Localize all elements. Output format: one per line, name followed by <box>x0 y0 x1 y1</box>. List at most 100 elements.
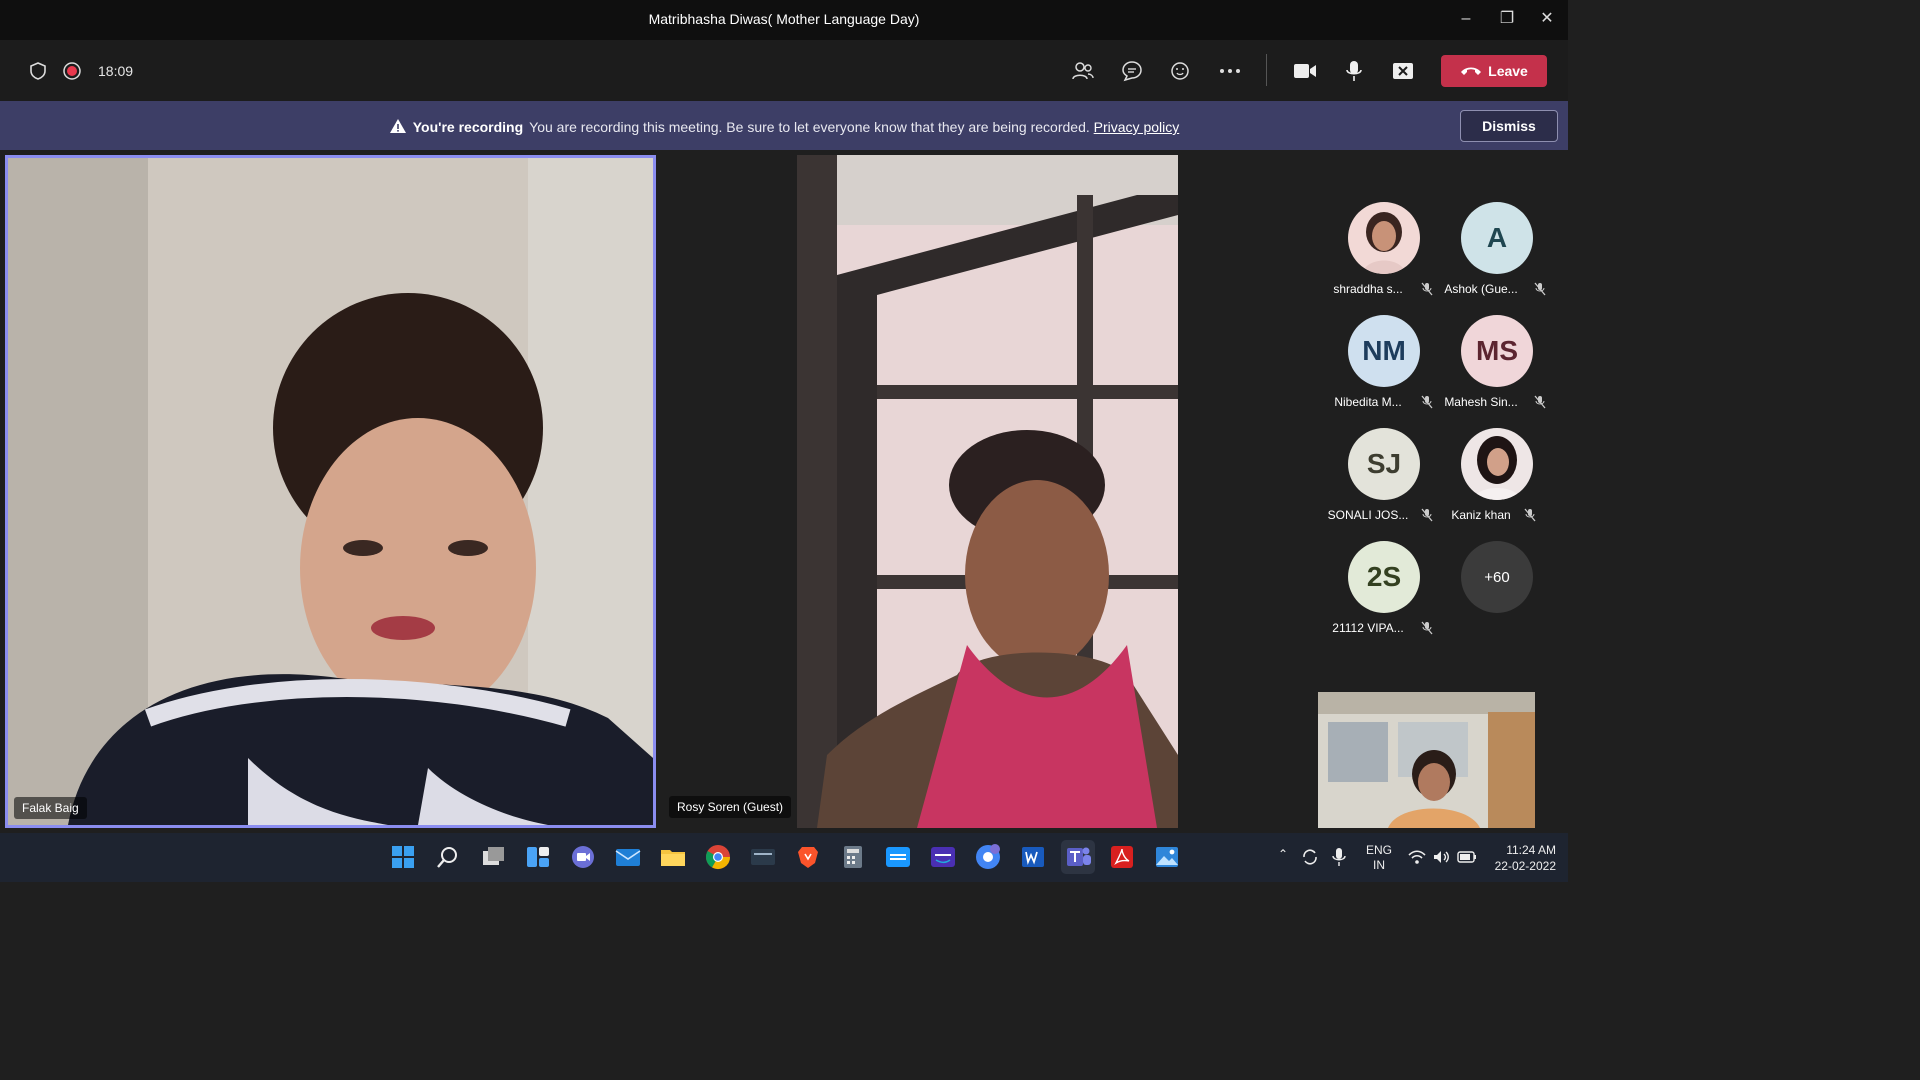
privacy-policy-link[interactable]: Privacy policy <box>1094 119 1180 135</box>
more-icon <box>1220 69 1240 73</box>
leave-button[interactable]: Leave <box>1441 55 1547 87</box>
acrobat-button[interactable] <box>1108 843 1136 871</box>
participant-item[interactable]: NM Nibedita M... <box>1320 313 1433 423</box>
avatar: SJ <box>1348 428 1420 500</box>
video-tile-main[interactable]: Falak Baig <box>5 155 656 828</box>
battery-icon[interactable] <box>1457 850 1477 864</box>
close-icon[interactable]: ✕ <box>1535 8 1559 30</box>
participant-gallery: shraddha s... A Ashok (Gue... NM Nibedit… <box>1320 200 1550 640</box>
people-button[interactable] <box>1068 57 1098 85</box>
mysql-icon <box>751 849 775 865</box>
widgets-icon <box>527 847 549 867</box>
leave-label: Leave <box>1488 63 1528 79</box>
widgets-button[interactable] <box>524 843 552 871</box>
recording-heading: You're recording <box>412 119 524 135</box>
dismiss-button[interactable]: Dismiss <box>1460 110 1558 142</box>
warning-icon <box>389 119 406 133</box>
mic-icon <box>1346 61 1362 81</box>
chat-button[interactable] <box>1117 57 1147 85</box>
mysql-button[interactable] <box>749 843 777 871</box>
calculator-button[interactable] <box>839 843 867 871</box>
search-button[interactable] <box>434 843 462 871</box>
teams-button[interactable] <box>1061 840 1095 874</box>
minimize-icon[interactable]: – <box>1454 8 1478 30</box>
record-icon <box>63 62 81 80</box>
toolbar-divider <box>1266 54 1267 86</box>
avatar <box>1348 202 1420 274</box>
more-participants-count: +60 <box>1461 541 1533 613</box>
window-title: Matribhasha Diwas( Mother Language Day) <box>648 11 920 27</box>
participant-name: Mahesh Sin... <box>1444 395 1518 409</box>
amazon-music-button[interactable] <box>929 843 957 871</box>
photos-button[interactable] <box>1153 843 1181 871</box>
microphone-button[interactable] <box>1339 57 1369 85</box>
clock[interactable]: 11:24 AM 22-02-2022 <box>1486 842 1556 874</box>
participant-name-tag: Falak Baig <box>14 797 87 819</box>
avatar: MS <box>1461 315 1533 387</box>
participant-name-tag-guest: Rosy Soren (Guest) <box>669 796 792 818</box>
folder-icon <box>661 850 685 866</box>
region-code: IN <box>1373 858 1385 872</box>
sync-icon[interactable] <box>1301 848 1319 866</box>
teams-chat-icon <box>572 846 594 868</box>
share-icon <box>1393 63 1413 79</box>
self-video <box>1318 692 1535 828</box>
chrome-icon <box>705 845 730 870</box>
participant-item[interactable]: 2S 21112 VIPA... <box>1320 539 1433 649</box>
camera-button[interactable] <box>1290 57 1320 85</box>
avatar: NM <box>1348 315 1420 387</box>
mail-button[interactable] <box>614 843 642 871</box>
brave-icon <box>798 847 818 868</box>
participant-name: Nibedita M... <box>1334 395 1402 409</box>
acrobat-icon <box>1111 846 1133 868</box>
chat-app-button[interactable] <box>569 843 597 871</box>
input-language[interactable]: ENG IN <box>1366 843 1392 873</box>
participant-item[interactable]: MS Mahesh Sin... <box>1433 313 1546 423</box>
language-code: ENG <box>1366 843 1393 857</box>
meeting-timer: 18:09 <box>98 63 134 79</box>
word-button[interactable] <box>1019 843 1047 871</box>
chat-icon <box>1122 61 1142 82</box>
wifi-icon[interactable] <box>1408 849 1426 865</box>
participant-item[interactable]: Kaniz khan <box>1433 426 1545 536</box>
restore-icon[interactable]: ❐ <box>1495 8 1519 30</box>
participant-video <box>797 155 1178 828</box>
mic-muted-icon <box>1421 621 1433 635</box>
meeting-toolbar: 18:09 Leave <box>0 40 1568 101</box>
participant-item[interactable]: A Ashok (Gue... <box>1433 200 1546 310</box>
chrome-button[interactable] <box>704 843 732 871</box>
participant-name: 21112 VIPA... <box>1332 621 1404 635</box>
amazon-music-icon <box>931 847 955 867</box>
task-view-button[interactable] <box>479 843 507 871</box>
phone-icon <box>1461 67 1482 75</box>
mic-muted-icon <box>1421 508 1433 522</box>
people-icon <box>1072 62 1094 80</box>
search-icon <box>437 847 457 868</box>
photos-icon <box>1156 847 1178 867</box>
title-bar: Matribhasha Diwas( Mother Language Day) … <box>0 0 1568 40</box>
video-tile-second[interactable] <box>797 155 1178 828</box>
reactions-icon <box>1171 62 1189 80</box>
avatar: A <box>1461 202 1533 274</box>
share-screen-button[interactable] <box>1388 57 1418 85</box>
windows-icon <box>392 846 414 868</box>
brave-button[interactable] <box>794 843 822 871</box>
shield-icon[interactable] <box>28 61 48 81</box>
microphone-tray-icon[interactable] <box>1332 847 1346 867</box>
clock-date: 22-02-2022 <box>1494 859 1556 873</box>
word-icon <box>1022 847 1044 867</box>
reactions-button[interactable] <box>1166 57 1196 85</box>
chevron-up-icon[interactable]: ⌃ <box>1278 847 1288 861</box>
more-options-button[interactable] <box>1215 57 1245 85</box>
participant-video <box>8 158 653 825</box>
participant-item[interactable]: shraddha s... <box>1320 200 1433 310</box>
self-view-tile[interactable] <box>1318 692 1535 828</box>
more-participants[interactable]: +60 <box>1433 539 1545 649</box>
calculator-icon <box>844 846 862 868</box>
chrome-profile-button[interactable] <box>974 843 1002 871</box>
file-explorer-button[interactable] <box>659 843 687 871</box>
start-button[interactable] <box>389 843 417 871</box>
volume-icon[interactable] <box>1432 849 1450 865</box>
prime-video-button[interactable] <box>884 843 912 871</box>
participant-item[interactable]: SJ SONALI JOS... <box>1320 426 1433 536</box>
